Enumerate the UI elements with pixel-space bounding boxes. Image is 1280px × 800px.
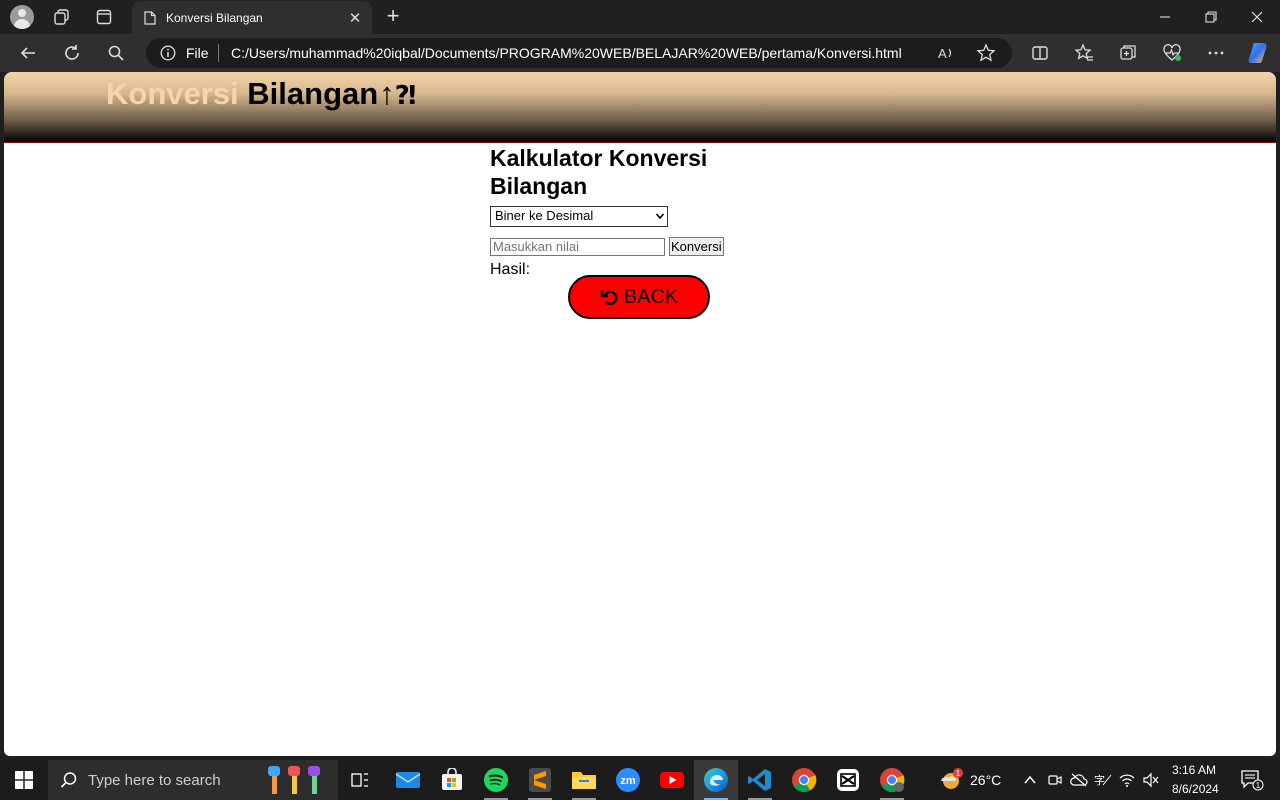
chrome-app-icon[interactable]	[782, 760, 826, 800]
meet-now-icon[interactable]	[1044, 760, 1066, 800]
search-placeholder: Type here to search	[88, 771, 221, 789]
split-screen-icon[interactable]	[1026, 39, 1054, 67]
read-aloud-icon[interactable]: A	[936, 43, 956, 63]
wifi-icon[interactable]	[1116, 760, 1138, 800]
undo-icon	[600, 290, 618, 305]
paint-brushes-icon	[268, 766, 320, 794]
clock-date[interactable]: 8/6/2024	[1172, 782, 1219, 796]
weather-icon[interactable]: 1	[928, 760, 972, 800]
favorite-star-icon[interactable]	[976, 43, 996, 63]
info-icon[interactable]	[160, 45, 176, 61]
clock-time[interactable]: 3:16 AM	[1172, 763, 1216, 777]
zoom-app-icon[interactable]: zm	[606, 760, 650, 800]
value-input[interactable]	[490, 237, 665, 256]
svg-text:1: 1	[956, 769, 961, 778]
calculator-panel: Kalkulator Konversi Bilangan Biner ke De…	[490, 142, 790, 319]
refresh-icon[interactable]	[58, 39, 86, 67]
svg-text:zm: zm	[620, 775, 636, 787]
file-scheme-label: File	[186, 45, 209, 61]
back-label: BACK	[623, 285, 679, 308]
task-view-icon[interactable]	[338, 760, 382, 800]
minimize-button[interactable]	[1142, 0, 1188, 34]
notification-center-icon[interactable]: 1	[1232, 760, 1272, 800]
header-banner: Konversi Bilangan↑⁈	[4, 72, 1276, 143]
file-explorer-icon[interactable]	[562, 760, 606, 800]
url-text[interactable]: C:/Users/muhammad%20iqbal/Documents/PROG…	[231, 45, 902, 61]
onedrive-offline-icon[interactable]	[1068, 760, 1090, 800]
site-title: Konversi Bilangan↑⁈	[106, 76, 416, 112]
close-window-button[interactable]	[1234, 0, 1280, 34]
workspaces-icon[interactable]	[48, 4, 76, 30]
document-icon	[144, 10, 156, 25]
site-title-word1: Konversi	[106, 76, 239, 111]
svg-text:A: A	[938, 46, 947, 61]
volume-muted-icon[interactable]	[1140, 760, 1162, 800]
taskbar-search[interactable]: Type here to search	[48, 760, 338, 800]
conversion-mode-select[interactable]: Biner ke Desimal	[490, 206, 668, 227]
sublime-text-icon[interactable]	[518, 760, 562, 800]
browser-toolbar: File C:/Users/muhammad%20iqbal/Documents…	[0, 34, 1280, 72]
mail-app-icon[interactable]	[386, 760, 430, 800]
show-hidden-icons-chevron-icon[interactable]	[1018, 760, 1042, 800]
chrome-profile-app-icon[interactable]	[870, 760, 914, 800]
youtube-app-icon[interactable]	[650, 760, 694, 800]
language-input-icon[interactable]: 字	[1092, 760, 1114, 800]
store-app-icon[interactable]	[430, 760, 474, 800]
windows-start-icon[interactable]	[0, 760, 48, 800]
browser-essentials-icon[interactable]	[1158, 39, 1186, 67]
search-icon	[60, 772, 77, 788]
collections-icon[interactable]	[1114, 39, 1142, 67]
vscode-app-icon[interactable]	[738, 760, 782, 800]
spotify-app-icon[interactable]	[474, 760, 518, 800]
restore-button[interactable]	[1188, 0, 1234, 34]
browser-tab-strip: Konversi Bilangan ✕ +	[0, 0, 1280, 34]
back-arrow-icon[interactable]	[14, 39, 42, 67]
profile-avatar-icon[interactable]	[8, 4, 36, 30]
tab-title: Konversi Bilangan	[166, 10, 263, 25]
site-title-word2: Bilangan	[247, 76, 379, 111]
page-viewport: Konversi Bilangan↑⁈ Kalkulator Konversi …	[4, 72, 1276, 756]
taskbar: Type here to search zm 1 26°C 字 3:16 AM …	[0, 760, 1280, 800]
favorites-icon[interactable]	[1070, 39, 1098, 67]
back-button[interactable]: BACK	[568, 275, 710, 319]
copilot-icon[interactable]	[1244, 39, 1272, 67]
capcut-app-icon[interactable]	[826, 760, 870, 800]
tab-close-icon[interactable]: ✕	[344, 7, 366, 29]
search-icon[interactable]	[102, 39, 130, 67]
chevron-down-icon	[655, 213, 665, 220]
edge-browser-icon[interactable]	[694, 760, 738, 800]
more-options-icon[interactable]	[1202, 39, 1230, 67]
new-tab-button[interactable]: +	[380, 4, 406, 30]
convert-button[interactable]: Konversi	[669, 237, 724, 256]
address-bar[interactable]: File C:/Users/muhammad%20iqbal/Documents…	[146, 38, 1012, 68]
tab-konversi-bilangan[interactable]: Konversi Bilangan ✕	[132, 1, 372, 34]
title-arrows-icon: ↑⁈	[379, 76, 417, 111]
vertical-tabs-icon[interactable]	[90, 4, 118, 30]
svg-text:1: 1	[1256, 781, 1261, 790]
calculator-title: Kalkulator Konversi Bilangan	[490, 145, 708, 199]
weather-temp[interactable]: 26°C	[970, 772, 1001, 788]
